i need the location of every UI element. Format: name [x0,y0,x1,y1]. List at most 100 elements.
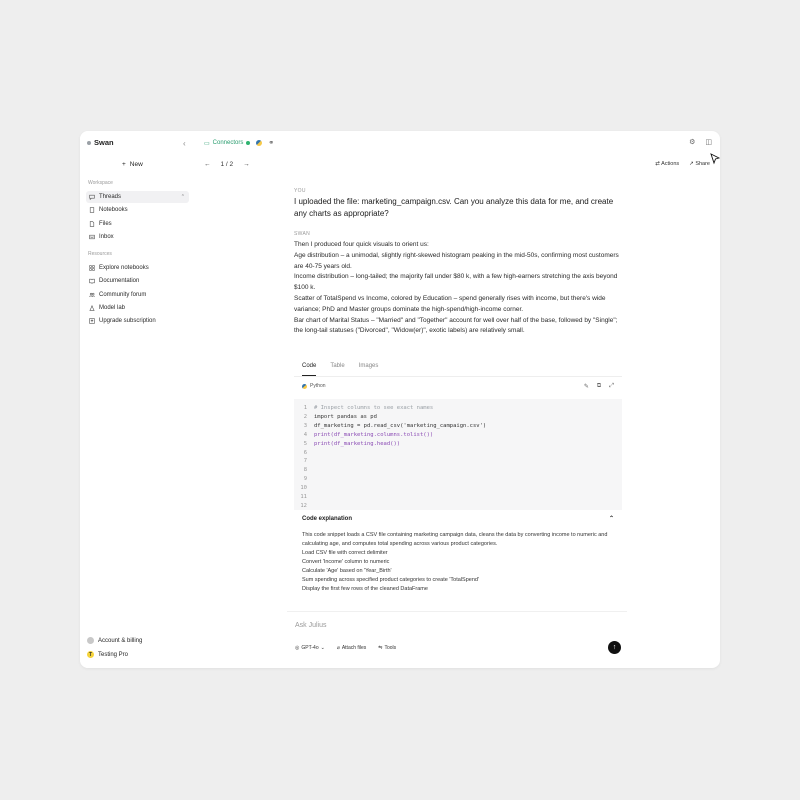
sidebar-item-documentation[interactable]: Documentation [86,275,189,287]
top-right-controls: ⚙ ◫ [689,138,712,146]
account-billing-link[interactable]: Account & billing [87,637,142,644]
prev-arrow-icon[interactable]: ← [204,161,211,168]
sidebar-item-model-lab[interactable]: Model lab [86,302,189,314]
tools-button[interactable]: ⇋ Tools [378,645,396,651]
line-number: 11 [300,494,307,501]
actions-button[interactable]: ⇄ Actions [655,161,679,167]
share-label: Share [695,161,710,167]
line-number: 6 [303,449,307,456]
code-line: 6 [294,449,622,458]
sidebar-item-upgrade-subscription[interactable]: Upgrade subscription [86,315,189,327]
resources-section-label: Resources [88,251,112,257]
page-indicator: 1 / 2 [220,161,234,168]
code-line: 8 [294,466,622,475]
new-thread-button[interactable]: + New [122,161,143,168]
brand: Swan [87,138,114,147]
code-text: df_marketing = pd.read_csv('marketing_ca… [314,422,487,429]
chevron-up-icon[interactable]: ⌃ [181,194,185,200]
account-label: Account & billing [98,637,143,644]
copy-icon[interactable]: ⧉ [597,383,601,390]
user-profile[interactable]: T Testing Pro [87,651,128,658]
edit-icon[interactable]: ✎ [584,383,589,390]
paperclip-icon: ⌀ [336,645,340,651]
code-line: 7 [294,457,622,466]
sidebar-item-threads[interactable]: Threads ⌃ [86,191,189,203]
chat-input-box: Ask Julius ◎ GPT-4o ⌄ ⌀ Attach files ⇋ Tools… [287,611,627,661]
topbar: ▭ Connectors ⚭ [204,137,274,149]
share-button[interactable]: ↗ Share [689,161,710,167]
thread-actions: ⇄ Actions ↗ Share [655,161,710,167]
line-number: 1 [303,405,307,411]
send-button[interactable]: ↑ [608,641,621,654]
python-icon[interactable] [256,140,263,146]
code-line: 1 # Inspect columns to see exact names [294,404,622,413]
explanation-line: Calculate 'Age' based on 'Year_Birth' [302,568,392,574]
line-number: 2 [303,413,307,420]
assistant-line: Age distribution – a unimodal, slightly … [294,251,619,270]
line-number: 9 [303,476,307,483]
settings-icon[interactable]: ⚙ [689,138,695,146]
sidebar-item-files[interactable]: Files [86,218,189,230]
sidebar-item-label: Upgrade subscription [99,318,156,324]
sidebar-item-label: Community forum [99,292,147,298]
line-number: 10 [300,485,307,492]
assistant-line: Scatter of TotalSpend vs Income, colored… [294,294,606,313]
explanation-line: Sum spending across specified product ca… [302,577,479,583]
sidebar-item-label: Documentation [99,278,140,284]
model-selector[interactable]: ◎ GPT-4o ⌄ [295,645,325,651]
user-message: I uploaded the file: marketing_campaign.… [294,197,614,218]
expand-icon[interactable]: ⤢ [609,383,614,390]
chat-input[interactable]: Ask Julius [295,622,327,629]
code-text: # Inspect columns to see exact names [314,405,434,411]
inbox-icon [89,234,95,240]
app-window: Swan ‹ + New Workspace Threads ⌃ Noteboo… [80,131,720,668]
next-arrow-icon[interactable]: → [243,161,250,168]
status-dot-icon [246,141,251,145]
attach-files-button[interactable]: ⌀ Attach files [337,645,366,651]
arrow-up-icon: ↑ [612,644,617,651]
model-icon: ◎ [295,645,300,651]
grid-icon [89,265,95,271]
code-explanation-body: This code snippet loads a CSV file conta… [294,527,622,598]
connectors-button[interactable]: ▭ Connectors [204,140,251,147]
explanation-line: This code snippet loads a CSV file conta… [302,532,608,547]
chevron-up-icon[interactable]: ⌃ [609,515,614,522]
collapse-sidebar-icon[interactable]: ‹ [183,139,186,148]
language-label: Python [310,383,326,389]
notebook-icon [89,207,95,213]
assistant-line: Then I produced four quick visuals to or… [294,241,429,248]
workspace-section-label: Workspace [88,180,113,186]
user-role-label: YOU [294,188,306,194]
sidebar-item-label: Inbox [99,234,114,240]
sidebar-item-notebooks[interactable]: Notebooks [86,204,189,216]
sidebar-item-inbox[interactable]: Inbox [86,231,189,243]
assistant-line: Income distribution – long-tailed; the m… [294,273,618,292]
code-explanation-header[interactable]: Code explanation ⌃ [294,510,622,527]
new-label: New [129,161,143,168]
chevron-down-icon: ⌄ [320,645,325,651]
sidebar: Swan ‹ + New Workspace Threads ⌃ Noteboo… [80,131,194,668]
mouse-cursor-icon [710,153,720,165]
sidebar-item-explore-notebooks[interactable]: Explore notebooks [86,262,189,274]
input-tools: ◎ GPT-4o ⌄ ⌀ Attach files ⇋ Tools [295,645,396,651]
avatar: T [87,651,94,658]
code-line: 2 import pandas as pd [294,413,622,422]
tab-code[interactable]: Code [302,363,317,376]
explanation-line: Convert 'Income' column to numeric [302,559,390,565]
code-editor[interactable]: 1 # Inspect columns to see exact names 2i… [294,399,622,510]
code-card: Code Table Images Python ✎ ⧉ ⤢ 1 # Inspec… [294,357,622,598]
code-text: print(df_marketing.head()) [314,440,401,447]
sidebar-item-label: Threads [99,194,122,200]
sidebar-item-label: Model lab [99,305,126,311]
link-icon[interactable]: ⚭ [268,139,274,147]
code-tools: ✎ ⧉ ⤢ [584,383,614,390]
sidebar-item-label: Notebooks [99,207,128,213]
book-icon [89,278,95,284]
file-icon [89,221,95,227]
code-line: 10 [294,484,622,493]
panel-toggle-icon[interactable]: ◫ [705,138,712,146]
tab-images[interactable]: Images [359,363,379,376]
sidebar-item-community-forum[interactable]: Community forum [86,289,189,301]
code-tabs: Code Table Images [294,357,622,377]
tab-table[interactable]: Table [330,363,344,376]
